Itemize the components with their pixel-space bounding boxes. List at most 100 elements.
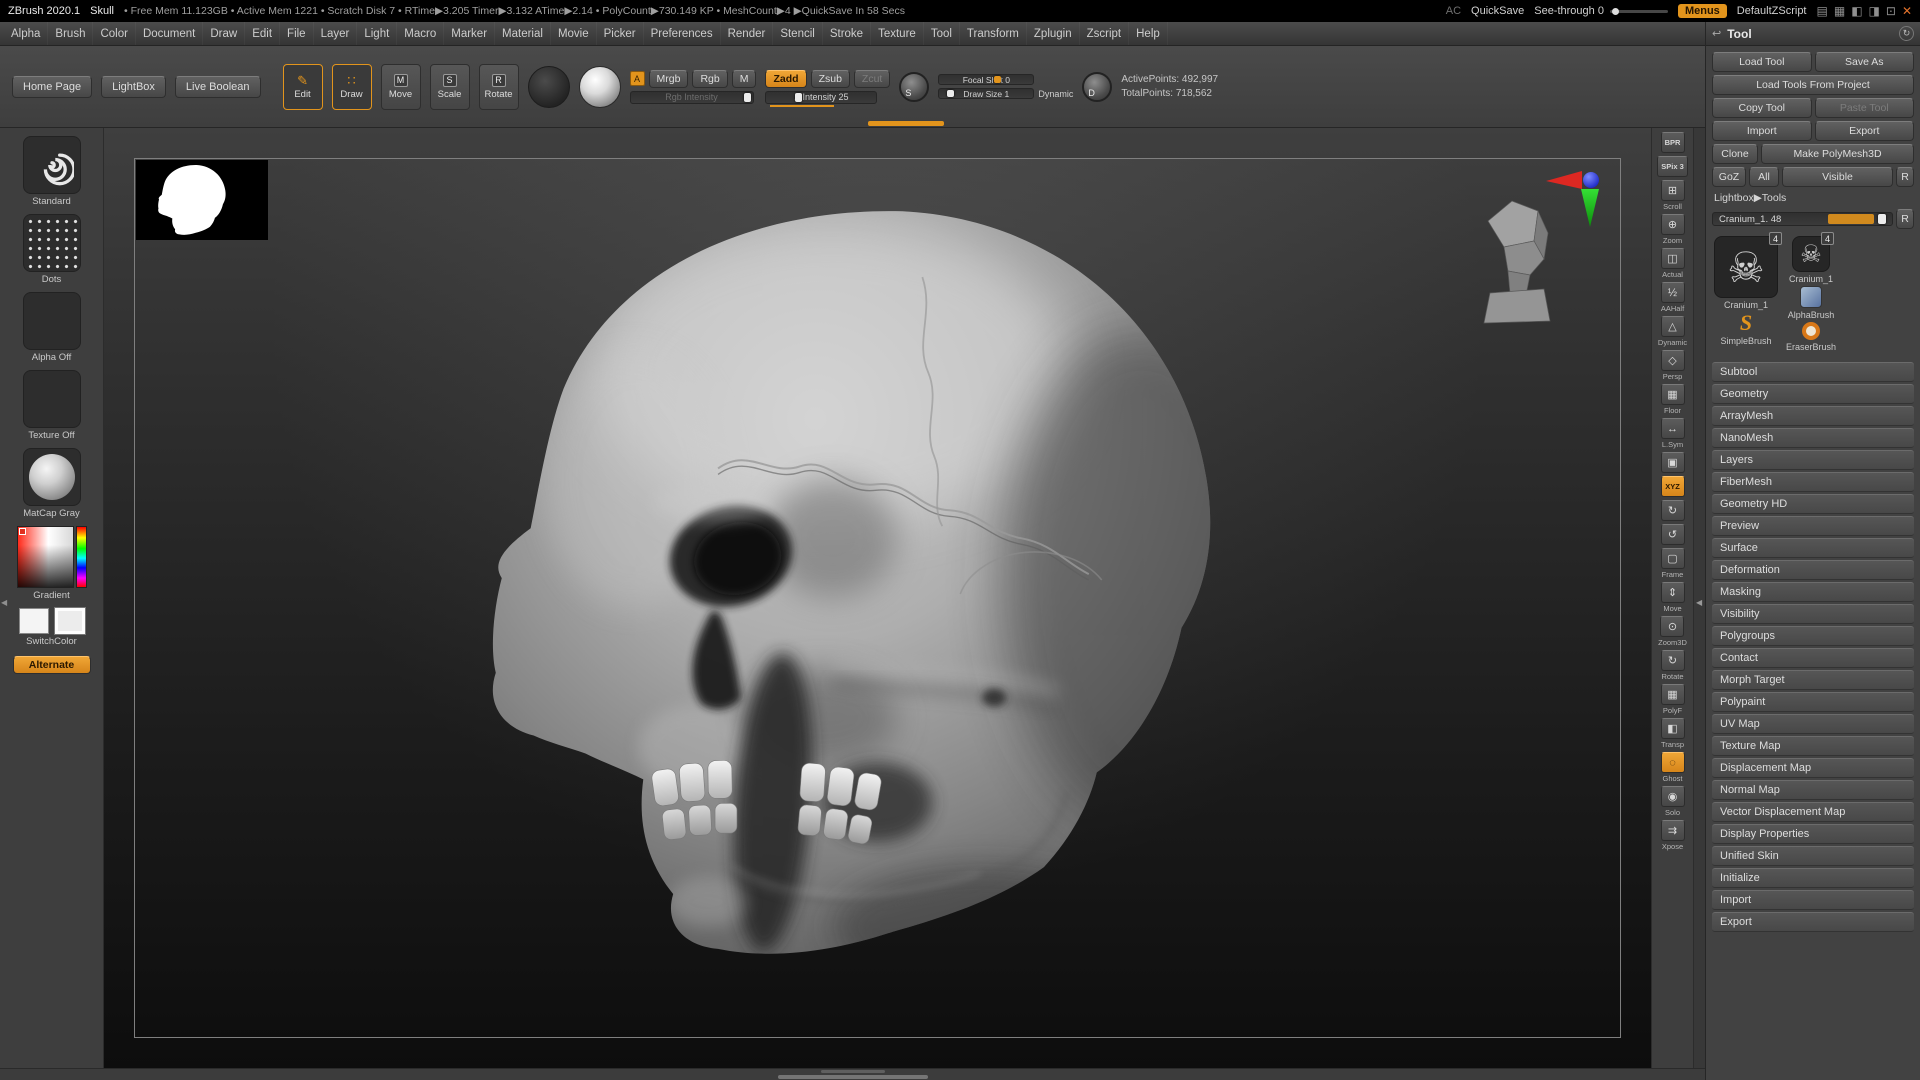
right-shelf-item[interactable]: ⊞ Scroll	[1660, 180, 1685, 211]
tool-section-header[interactable]: Export	[1712, 912, 1914, 932]
right-shelf-item[interactable]: ◫ Actual	[1660, 248, 1685, 279]
menu-item[interactable]: Help	[1129, 22, 1168, 45]
switch-color-swatches[interactable]	[18, 607, 86, 635]
quicksave-button[interactable]: QuickSave	[1471, 5, 1524, 17]
x-axis-arrow[interactable]	[1546, 171, 1582, 189]
horizontal-scrollbar-minor[interactable]	[820, 1070, 885, 1073]
saturation-square[interactable]	[16, 526, 74, 588]
layout-grid-icon[interactable]: ▤	[1817, 4, 1828, 18]
right-shelf-icon[interactable]: ⇕	[1660, 582, 1685, 603]
right-shelf-item[interactable]: XYZ	[1660, 476, 1685, 497]
horizontal-scrollbar[interactable]	[777, 1075, 928, 1079]
menu-item[interactable]: Tool	[924, 22, 960, 45]
switch-color[interactable]: SwitchColor	[18, 607, 86, 647]
tool-section-header[interactable]: Display Properties	[1712, 824, 1914, 844]
matcap-thumbnail[interactable]	[22, 448, 81, 506]
right-shelf-item[interactable]: ⊙ Zoom3D	[1658, 616, 1687, 647]
scale-mode-button[interactable]: S Scale	[429, 63, 470, 110]
menu-item[interactable]: Marker	[444, 22, 496, 45]
load-tool-button[interactable]: Load Tool	[1712, 52, 1812, 72]
right-shelf-item[interactable]: ▦ PolyF	[1660, 684, 1685, 715]
right-shelf-icon[interactable]: ⊞	[1660, 180, 1685, 201]
right-shelf-icon[interactable]: ◇	[1660, 350, 1685, 371]
right-shelf-item[interactable]: ½ AAHalf	[1660, 282, 1685, 313]
rgb-intensity-handle[interactable]	[743, 92, 751, 102]
right-shelf-item[interactable]: SPix 3	[1657, 156, 1688, 177]
right-shelf-icon[interactable]: ▦	[1660, 684, 1685, 705]
zadd-button[interactable]: Zadd	[765, 69, 807, 88]
right-shelf-item[interactable]: ↻	[1660, 500, 1685, 521]
focal-shift-handle[interactable]	[993, 76, 1001, 83]
right-shelf-icon[interactable]: ↻	[1660, 650, 1685, 671]
right-shelf-item[interactable]: ↺	[1660, 524, 1685, 545]
tool-section-header[interactable]: UV Map	[1712, 714, 1914, 734]
lightbox-tools-link[interactable]: Lightbox▶Tools	[1712, 190, 1914, 206]
panel-divider[interactable]: ◀	[1693, 128, 1705, 1068]
make-polymesh3d-button[interactable]: Make PolyMesh3D	[1761, 144, 1914, 164]
goz-button[interactable]: GoZ	[1712, 167, 1746, 187]
tool-section-header[interactable]: NanoMesh	[1712, 428, 1914, 448]
tool-r-button[interactable]: R	[1896, 209, 1914, 229]
move-mode-button[interactable]: M Move	[380, 63, 421, 110]
right-shelf-icon[interactable]: ½	[1660, 282, 1685, 303]
tool-section-header[interactable]: Geometry	[1712, 384, 1914, 404]
right-shelf-icon[interactable]: ⇉	[1660, 820, 1685, 841]
brush-selector[interactable]: Standard	[22, 136, 81, 207]
tool-section-header[interactable]: Subtool	[1712, 362, 1914, 382]
active-tool-thumbnail[interactable]: ☠ 4	[1714, 232, 1782, 298]
paste-tool-button[interactable]: Paste Tool	[1814, 98, 1914, 118]
simplebrush-thumbnail[interactable]: S	[1740, 312, 1752, 334]
menu-item[interactable]: Picker	[597, 22, 644, 45]
tool-section-header[interactable]: Masking	[1712, 582, 1914, 602]
right-shelf-icon[interactable]: ⊙	[1660, 616, 1685, 637]
refresh-icon[interactable]: ↻	[1899, 26, 1914, 41]
right-shelf-icon[interactable]: ⊕	[1660, 214, 1685, 235]
see-through-track[interactable]	[1609, 7, 1668, 15]
tool-section-header[interactable]: Morph Target	[1712, 670, 1914, 690]
texture-off-thumbnail[interactable]	[22, 370, 81, 428]
menu-item[interactable]: Stroke	[823, 22, 872, 45]
z-axis-ball[interactable]	[1583, 172, 1599, 188]
active-tool-slider[interactable]: Cranium_1. 48	[1712, 212, 1893, 226]
zsub-button[interactable]: Zsub	[810, 69, 850, 88]
clone-button[interactable]: Clone	[1712, 144, 1758, 164]
menu-item[interactable]: Material	[495, 22, 551, 45]
edit-mode-button[interactable]: ✎ Edit	[282, 63, 323, 110]
stroke-thumbnail[interactable]	[22, 214, 81, 272]
tool-section-header[interactable]: Unified Skin	[1712, 846, 1914, 866]
right-shelf-icon[interactable]: ▣	[1660, 452, 1685, 473]
draw-size-dial[interactable]: D	[1082, 71, 1113, 102]
tool-section-header[interactable]: Texture Map	[1712, 736, 1914, 756]
see-through-handle[interactable]	[1611, 7, 1619, 15]
close-icon[interactable]: ✕	[1902, 4, 1912, 18]
export-button[interactable]: Export	[1814, 121, 1914, 141]
goz-visible-button[interactable]: Visible	[1782, 167, 1893, 187]
stroke-selector[interactable]: Dots	[22, 214, 81, 285]
active-tool-slider-handle[interactable]	[1878, 214, 1886, 224]
right-shelf-item[interactable]: ◉ Solo	[1660, 786, 1685, 817]
menu-item[interactable]: Zscript	[1080, 22, 1130, 45]
menu-item[interactable]: Preferences	[644, 22, 721, 45]
menu-item[interactable]: Document	[136, 22, 204, 45]
hue-strip[interactable]	[75, 526, 87, 588]
right-shelf-icon[interactable]: ◫	[1660, 248, 1685, 269]
right-shelf-item[interactable]: ▦ Floor	[1660, 384, 1685, 415]
alpha-off-thumbnail[interactable]	[22, 292, 81, 350]
right-shelf-item[interactable]: ◇ Persp	[1660, 350, 1685, 381]
mrgb-button[interactable]: Mrgb	[648, 69, 689, 88]
tray-collapse-arrow[interactable]: ◀	[1, 598, 7, 607]
right-shelf-icon[interactable]: XYZ	[1660, 476, 1685, 497]
layout-right-icon[interactable]: ◨	[1869, 4, 1880, 18]
dynamic-toggle[interactable]: Dynamic	[1038, 89, 1073, 99]
draw-size-handle[interactable]	[946, 90, 954, 97]
color-gradient-picker[interactable]	[16, 526, 87, 588]
menu-item[interactable]: Render	[721, 22, 774, 45]
right-shelf-icon[interactable]: ▦	[1660, 384, 1685, 405]
tool-section-header[interactable]: Contact	[1712, 648, 1914, 668]
zcut-button[interactable]: Zcut	[853, 69, 891, 88]
alpha-selector[interactable]: Alpha Off	[22, 292, 81, 363]
tool-section-header[interactable]: Geometry HD	[1712, 494, 1914, 514]
right-shelf-item[interactable]: ◌ Ghost	[1660, 752, 1685, 783]
menu-item[interactable]: Alpha	[4, 22, 49, 45]
dock-icon[interactable]: ⊡	[1886, 4, 1896, 18]
